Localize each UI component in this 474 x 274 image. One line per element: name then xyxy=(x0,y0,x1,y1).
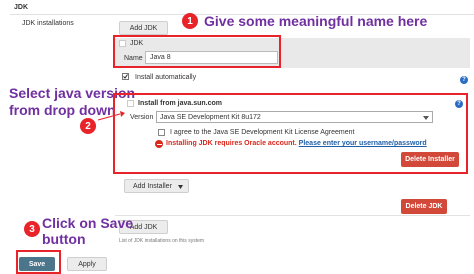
callout-3-line1: Click on Save xyxy=(42,215,134,231)
add-installer-button[interactable]: Add Installer xyxy=(124,179,189,193)
callout-1-text: Give some meaningful name here xyxy=(204,13,428,29)
bottom-divider xyxy=(115,215,470,216)
callout-3-badge: 3 xyxy=(24,221,40,237)
add-installer-label: Add Installer xyxy=(133,182,172,190)
caret-down-icon xyxy=(178,185,183,189)
callout-3-highlight xyxy=(16,250,61,274)
installations-footer-note: List of JDK installations on this system xyxy=(119,238,205,244)
version-label: Version xyxy=(130,114,154,121)
caret-down-icon xyxy=(423,116,429,120)
oracle-credentials-link[interactable]: Please enter your username/password xyxy=(299,140,427,147)
error-message: Installing JDK requires Oracle account. … xyxy=(166,140,427,147)
apply-button[interactable]: Apply xyxy=(67,257,107,271)
agree-label: I agree to the Java SE Development Kit L… xyxy=(170,129,355,136)
error-text: Installing JDK requires Oracle account. xyxy=(166,140,297,147)
help-icon[interactable]: ? xyxy=(460,76,468,84)
version-select-value: Java SE Development Kit 8u172 xyxy=(160,113,261,121)
installer-marker xyxy=(127,100,134,107)
jdk-installations-label: JDK installations xyxy=(22,20,74,27)
callout-1-badge: 1 xyxy=(182,13,198,29)
delete-installer-button[interactable]: Delete Installer xyxy=(401,152,459,167)
delete-jdk-button[interactable]: Delete JDK xyxy=(401,199,447,214)
section-header: JDK xyxy=(14,4,29,11)
help-icon[interactable]: ? xyxy=(455,100,463,108)
add-jdk-button-top[interactable]: Add JDK xyxy=(119,21,168,35)
install-auto-checkbox[interactable] xyxy=(122,73,129,80)
error-icon xyxy=(155,140,163,148)
callout-1-highlight xyxy=(113,35,281,68)
installer-title: Install from java.sun.com xyxy=(138,100,223,107)
version-select[interactable]: Java SE Development Kit 8u172 xyxy=(156,111,433,123)
install-auto-label: Install automatically xyxy=(135,74,197,81)
agree-checkbox[interactable] xyxy=(158,129,165,136)
callout-2-badge: 2 xyxy=(80,118,96,134)
callout-3-line2: button xyxy=(42,231,86,247)
